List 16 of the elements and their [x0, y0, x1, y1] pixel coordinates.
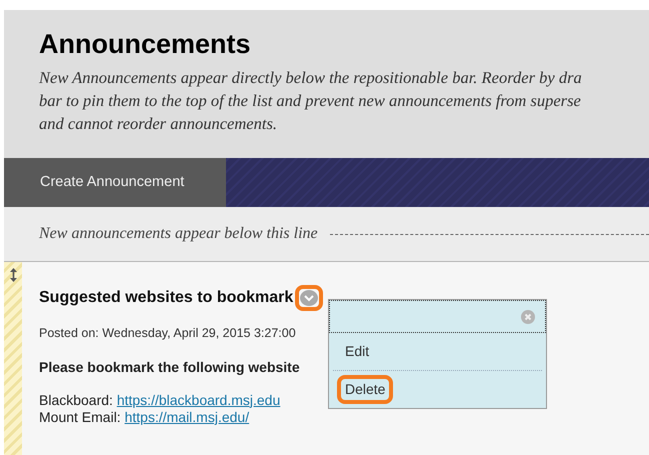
divider-text: New announcements appear below this line — [39, 224, 318, 244]
posted-date: Posted on: Wednesday, April 29, 2015 3:27:00 — [39, 325, 297, 342]
description-line: and cannot reorder announcements. — [39, 113, 278, 136]
menu-item[interactable]: Edit — [341, 341, 374, 362]
link[interactable]: https://blackboard.msj.edu — [116, 392, 280, 408]
create-announcement-button[interactable]: Create Announcement — [4, 158, 226, 207]
page-title: Announcements — [39, 28, 252, 60]
announcement-body: Please bookmark the following website — [39, 358, 301, 377]
reorder-arrows-icon[interactable] — [10, 268, 16, 282]
link-label: Mount Email: — [39, 408, 121, 425]
close-icon[interactable] — [521, 310, 535, 324]
announcement-title: Suggested websites to bookmark — [39, 288, 294, 308]
link[interactable]: https://mail.msj.edu/ — [124, 408, 250, 425]
description-line: bar to pin them to the top of the list and prevent new announcements from superse — [39, 90, 582, 112]
link-label: Blackboard: — [39, 392, 113, 408]
description-line: New Announcements appear directly below the repositionable bar. Reorder by dra — [39, 67, 583, 90]
